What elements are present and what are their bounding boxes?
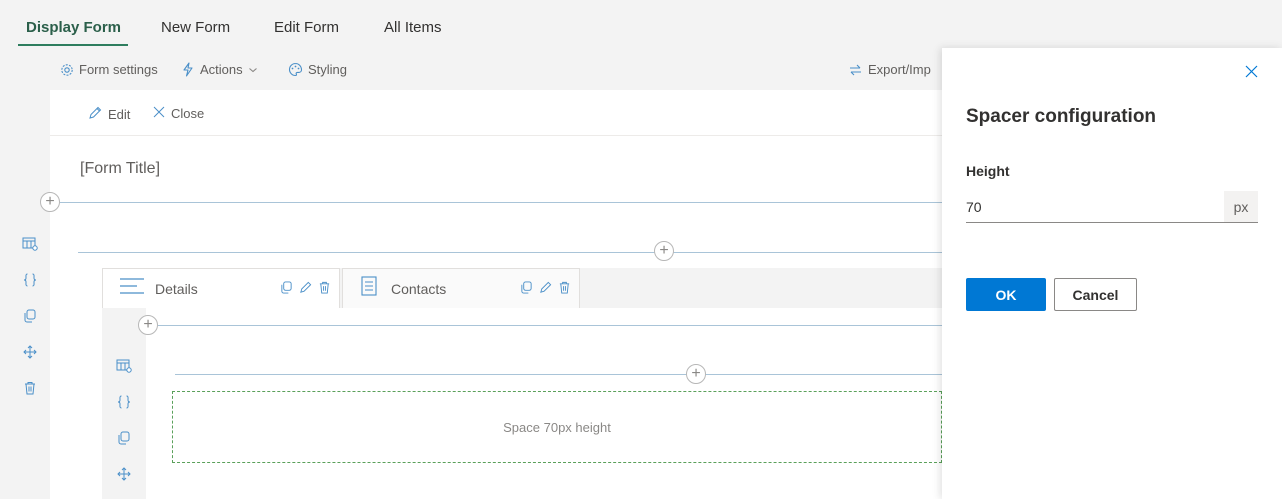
pencil-icon — [88, 106, 102, 123]
outer-element-toolbar — [22, 236, 38, 416]
tab-control: Details Contacts — [102, 268, 942, 499]
row-divider — [78, 252, 942, 253]
copy-icon[interactable] — [22, 308, 38, 324]
add-element-plus-icon[interactable]: + — [654, 241, 674, 261]
move-arrows-icon[interactable] — [22, 344, 38, 360]
tab-new-form[interactable]: New Form — [161, 19, 230, 36]
add-tab-element-plus-icon[interactable]: + — [686, 364, 706, 384]
form-title[interactable]: [Form Title] — [80, 160, 160, 178]
form-settings-label: Form settings — [79, 62, 158, 77]
palette-icon — [288, 62, 303, 77]
code-braces-icon[interactable] — [22, 272, 38, 288]
add-row-plus-icon[interactable]: + — [40, 192, 60, 212]
gear-icon — [60, 63, 74, 77]
designer-toolbar: Form settings Actions Styling Export/Imp — [50, 52, 942, 90]
copy-icon[interactable] — [116, 430, 132, 446]
table-settings-icon[interactable] — [22, 236, 38, 252]
lines-icon — [119, 276, 145, 301]
height-input[interactable] — [966, 191, 1224, 222]
chevron-down-icon — [248, 66, 258, 74]
edit-label: Edit — [108, 107, 131, 122]
actions-button[interactable]: Actions — [181, 62, 258, 77]
tab-inner-divider — [175, 374, 942, 375]
tab-contacts-actions — [520, 281, 571, 299]
spacer-label: Space 70px height — [503, 419, 611, 435]
form-settings-button[interactable]: Form settings — [60, 62, 158, 77]
top-tab-bar: Display Form New Form Edit Form All Item… — [0, 0, 1282, 48]
close-icon — [153, 106, 165, 121]
form-command-bar: Edit Close — [50, 90, 942, 136]
close-icon — [1245, 62, 1258, 82]
tab-details-label: Details — [155, 280, 198, 297]
edit-button[interactable]: Edit — [88, 106, 130, 123]
copy-icon[interactable] — [520, 281, 533, 299]
move-arrows-icon[interactable] — [116, 466, 132, 482]
trash-icon[interactable] — [22, 380, 38, 396]
height-unit-suffix: px — [1224, 191, 1258, 222]
pencil-icon[interactable] — [299, 281, 312, 299]
close-form-button[interactable]: Close — [153, 106, 204, 121]
tab-edit-form[interactable]: Edit Form — [274, 19, 339, 36]
inner-element-toolbar — [116, 358, 132, 499]
tab-row-divider — [158, 325, 942, 326]
styling-button[interactable]: Styling — [288, 62, 347, 77]
code-braces-icon[interactable] — [116, 394, 132, 410]
ok-button[interactable]: OK — [966, 278, 1046, 311]
tab-all-items[interactable]: All Items — [384, 19, 442, 36]
add-tab-row-plus-icon[interactable]: + — [138, 315, 158, 335]
active-tab-underline — [18, 44, 128, 46]
copy-icon[interactable] — [280, 281, 293, 299]
export-import-label: Export/Imp — [868, 62, 931, 77]
styling-label: Styling — [308, 62, 348, 77]
close-label: Close — [171, 106, 205, 121]
table-settings-icon[interactable] — [116, 358, 132, 374]
trash-icon[interactable] — [318, 281, 331, 299]
height-label: Height — [966, 163, 1010, 179]
actions-label: Actions — [200, 62, 243, 77]
export-import-button[interactable]: Export/Imp — [848, 62, 931, 77]
spacer-config-panel: Spacer configuration Height px OK Cancel — [942, 48, 1282, 499]
list-document-icon — [361, 276, 377, 301]
cancel-button[interactable]: Cancel — [1054, 278, 1137, 311]
section-divider — [60, 202, 942, 203]
tab-contacts[interactable]: Contacts — [342, 268, 580, 308]
pencil-icon[interactable] — [539, 281, 552, 299]
lightning-icon — [181, 62, 195, 77]
tab-contacts-label: Contacts — [391, 280, 447, 297]
spacer-element[interactable]: Space 70px height — [172, 391, 942, 463]
panel-close-button[interactable] — [1245, 62, 1258, 83]
tab-details[interactable]: Details — [102, 268, 340, 308]
trash-icon[interactable] — [558, 281, 571, 299]
tab-details-actions — [280, 281, 331, 299]
panel-title: Spacer configuration — [966, 106, 1157, 127]
height-field-wrapper: px — [966, 191, 1258, 223]
swap-arrows-icon — [848, 63, 863, 77]
tab-display-form[interactable]: Display Form — [26, 19, 121, 36]
